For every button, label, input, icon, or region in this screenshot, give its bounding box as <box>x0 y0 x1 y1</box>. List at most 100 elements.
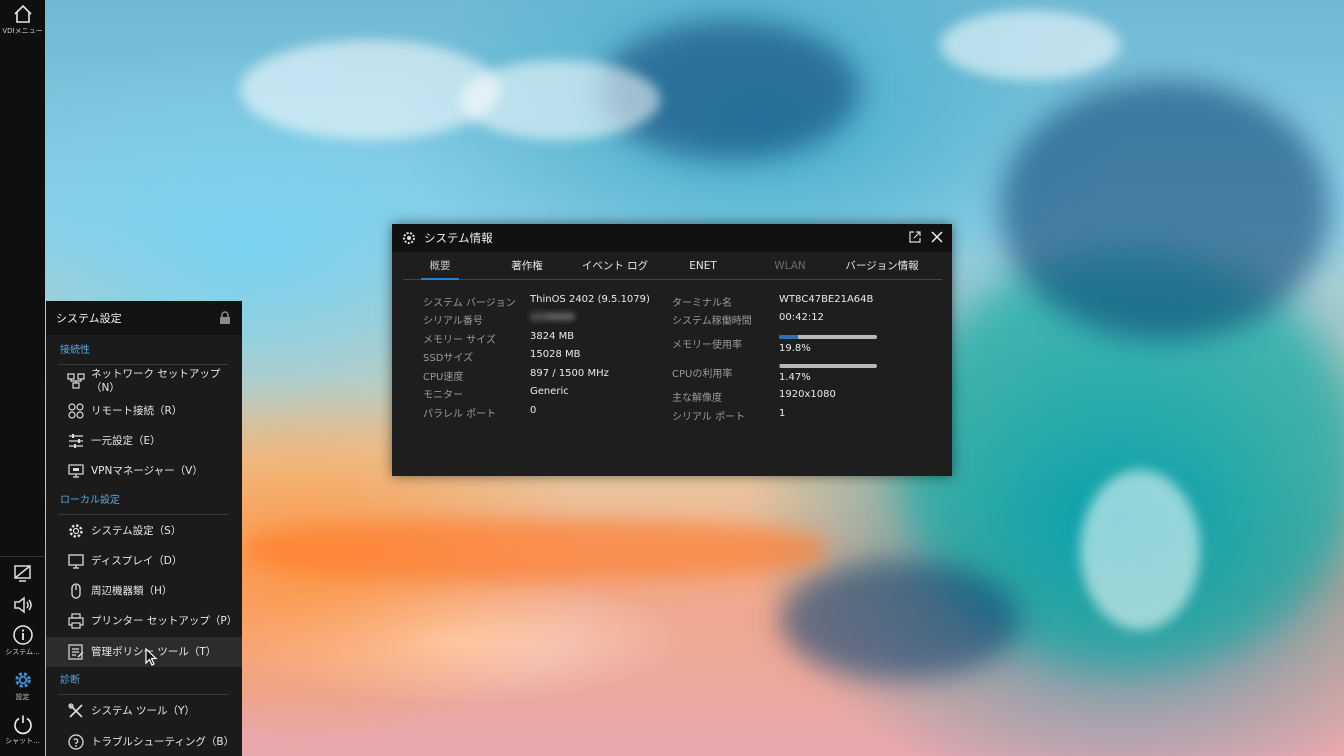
info-key: SSDサイズ <box>423 353 474 364</box>
menu-item-policy-tool[interactable]: 管理ポリシー ツール（T） <box>46 637 242 667</box>
info-value: Generic <box>530 386 569 397</box>
menu-item-printer-setup[interactable]: プリンター セットアップ（P） <box>46 605 242 637</box>
cursor-icon <box>145 648 158 666</box>
menu-item-label: 周辺機器類（H） <box>91 585 173 597</box>
menu-item-display[interactable]: ディスプレイ（D） <box>46 549 242 573</box>
tab-version-info[interactable]: バージョン情報 <box>827 254 937 279</box>
power-icon <box>13 715 32 735</box>
left-taskbar: VDIメニュー システム... 設定 シャット... <box>0 0 45 756</box>
menu-item-label: リモート接続（R） <box>91 405 183 417</box>
lock-icon[interactable] <box>218 311 232 325</box>
info-value: 00:42:12 <box>779 312 824 323</box>
menu-item-label: ディスプレイ（D） <box>91 555 183 567</box>
info-key: メモリー使用率 <box>672 340 742 351</box>
settings-label: 設定 <box>15 693 30 701</box>
menu-item-label: プリンター セットアップ（P） <box>91 615 238 627</box>
section-heading-local-settings: ローカル設定 <box>60 495 120 506</box>
cpu-usage-fill <box>779 364 781 368</box>
info-key: パラレル ポート <box>423 409 497 420</box>
menu-item-label: VPNマネージャー（V） <box>91 465 203 477</box>
menu-item-system-settings[interactable]: システム設定（S） <box>46 519 242 543</box>
wave-settings-icon <box>403 232 415 244</box>
info-key: システム稼働時間 <box>672 316 752 327</box>
policy-tool-icon <box>66 642 86 662</box>
info-value-redacted: 1234000 <box>530 312 575 323</box>
settings-panel-title: システム設定 <box>56 312 122 325</box>
taskbar-divider <box>0 556 45 557</box>
volume-icon <box>13 596 32 614</box>
menu-item-peripherals[interactable]: 周辺機器類（H） <box>46 579 242 603</box>
memory-usage-bar <box>779 335 877 339</box>
info-key: システム バージョン <box>423 298 516 309</box>
system-settings-icon <box>66 521 86 541</box>
info-key: ターミナル名 <box>672 298 732 309</box>
info-value: 1920x1080 <box>779 389 836 400</box>
peripherals-icon <box>66 581 86 601</box>
menu-item-label: システム ツール（Y） <box>91 705 195 717</box>
menu-item-label: 一元設定（E） <box>91 435 161 447</box>
system-info-label: システム... <box>5 648 40 656</box>
home-icon <box>13 4 32 23</box>
menu-item-label: システム設定（S） <box>91 525 182 537</box>
info-value: 1 <box>779 408 786 419</box>
section-heading-connectivity: 接続性 <box>60 345 90 356</box>
external-window-icon[interactable] <box>908 230 922 244</box>
info-key: シリアル ポート <box>672 412 746 423</box>
settings-panel-header: システム設定 <box>46 301 242 335</box>
shutdown-label: シャット... <box>5 737 40 745</box>
tab-event-log[interactable]: イベント ログ <box>577 254 653 279</box>
info-value: 1.47% <box>779 372 811 383</box>
info-value: 0 <box>530 405 537 416</box>
gear-icon <box>14 672 31 688</box>
shutdown-button[interactable]: シャット... <box>0 713 45 746</box>
menu-item-label: トラブルシューティング（B） <box>91 736 235 748</box>
system-info-title: システム情報 <box>424 231 493 245</box>
memory-usage-fill <box>779 335 799 339</box>
info-key: メモリー サイズ <box>423 335 496 346</box>
network-setup-icon <box>66 371 86 391</box>
tab-copyright[interactable]: 著作権 <box>477 254 577 279</box>
display-setting-button[interactable] <box>0 562 45 584</box>
system-info-window: システム情報 概要 著作権 イベント ログ ENET WLAN バージョン情報 … <box>392 224 952 476</box>
menu-item-central-config[interactable]: 一元設定（E） <box>46 429 242 453</box>
close-icon[interactable] <box>930 230 944 244</box>
cpu-usage-bar <box>779 364 877 368</box>
info-value: 15028 MB <box>530 349 581 360</box>
window-controls <box>908 230 944 244</box>
info-value: 19.8% <box>779 343 811 354</box>
section-heading-diagnostics: 診断 <box>60 675 80 686</box>
central-config-icon <box>66 431 86 451</box>
menu-item-label: ネットワーク セットアップ（N） <box>91 368 221 394</box>
volume-button[interactable] <box>0 594 45 616</box>
system-info-button[interactable]: システム... <box>0 624 45 657</box>
tab-overview[interactable]: 概要 <box>403 254 477 280</box>
info-value: 3824 MB <box>530 331 575 342</box>
menu-item-remote-connection[interactable]: リモート接続（R） <box>46 399 242 423</box>
menu-item-system-tools[interactable]: システム ツール（Y） <box>46 699 242 723</box>
info-key: シリアル番号 <box>423 316 483 327</box>
info-key: CPU速度 <box>423 372 464 383</box>
tab-enet[interactable]: ENET <box>653 254 753 279</box>
info-key: モニター <box>423 390 463 401</box>
troubleshooting-icon <box>66 732 86 752</box>
info-value: 897 / 1500 MHz <box>530 368 609 379</box>
settings-button[interactable]: 設定 <box>0 669 45 702</box>
system-info-titlebar[interactable]: システム情報 <box>392 224 952 252</box>
tab-wlan: WLAN <box>774 260 806 272</box>
info-value: WT8C47BE21A64B <box>779 294 874 305</box>
system-info-tabs: 概要 著作権 イベント ログ ENET WLAN バージョン情報 <box>403 254 942 280</box>
printer-icon <box>66 611 86 631</box>
info-icon <box>12 625 33 645</box>
info-value: ThinOS 2402 (9.5.1079) <box>530 294 650 305</box>
section-divider <box>58 514 228 515</box>
menu-item-troubleshooting[interactable]: トラブルシューティング（B） <box>46 727 242 756</box>
menu-item-network-setup[interactable]: ネットワーク セットアップ（N） <box>46 365 242 397</box>
menu-item-vpn-manager[interactable]: VPNマネージャー（V） <box>46 459 242 483</box>
remote-connection-icon <box>66 401 86 421</box>
section-divider <box>58 694 228 695</box>
info-key: CPUの利用率 <box>672 369 733 380</box>
info-key: 主な解像度 <box>672 393 722 404</box>
vpn-manager-icon <box>66 461 86 481</box>
vdi-menu-button[interactable]: VDIメニュー <box>0 3 45 36</box>
display-icon <box>66 551 86 571</box>
